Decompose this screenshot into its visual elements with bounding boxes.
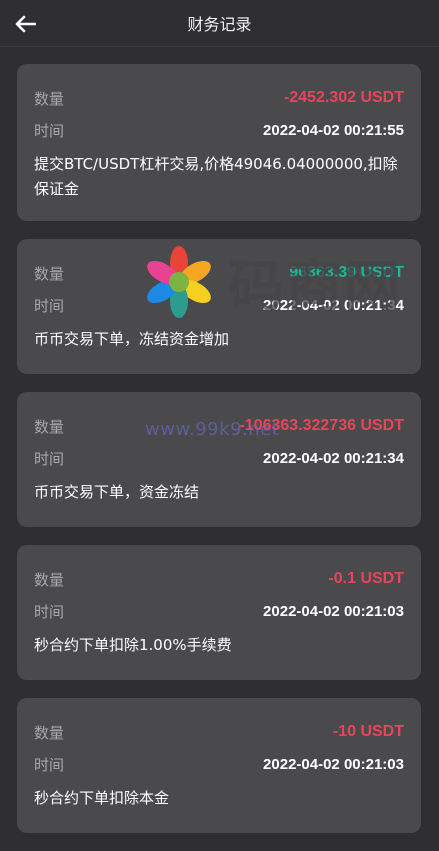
record-card[interactable]: 数量 -10 USDT 时间 2022-04-02 00:21:03 秒合约下单… xyxy=(17,698,421,833)
watermark-flower-logo xyxy=(147,246,211,318)
amount-label: 数量 xyxy=(34,570,65,589)
top-bar: 财务记录 xyxy=(0,0,439,47)
record-time: 2022-04-02 00:21:34 xyxy=(263,449,404,467)
record-description: 秒合约下单扣除本金 xyxy=(34,789,170,807)
record-description: 币币交易下单，冻结资金增加 xyxy=(34,330,230,348)
time-label: 时间 xyxy=(34,602,65,621)
finance-record-list: 数量 -2452.302 USDT 时间 2022-04-02 00:21:55… xyxy=(17,64,421,851)
watermark-url: www.99k9.net xyxy=(145,419,280,440)
record-time: 2022-04-02 00:21:03 xyxy=(263,755,404,773)
record-time: 2022-04-02 00:21:55 xyxy=(263,121,404,139)
amount-label: 数量 xyxy=(34,89,65,108)
record-amount: -0.1 USDT xyxy=(328,570,404,587)
amount-label: 数量 xyxy=(34,417,65,436)
page-title: 财务记录 xyxy=(187,15,252,34)
amount-label: 数量 xyxy=(34,723,65,742)
time-label: 时间 xyxy=(34,449,65,468)
record-amount: -2452.302 USDT xyxy=(283,89,404,106)
record-card[interactable]: 数量 -2452.302 USDT 时间 2022-04-02 00:21:55… xyxy=(17,64,421,221)
amount-label: 数量 xyxy=(34,264,65,283)
record-card[interactable]: 数量 -0.1 USDT 时间 2022-04-02 00:21:03 秒合约下… xyxy=(17,545,421,680)
record-description: 币币交易下单，资金冻结 xyxy=(34,483,200,501)
record-time: 2022-04-02 00:21:03 xyxy=(263,602,404,620)
record-card[interactable]: 数量 -106363.322736 USDT 时间 2022-04-02 00:… xyxy=(17,392,421,527)
record-description: 提交BTC/USDT杠杆交易,价格49046.04000000,扣除保证金 xyxy=(34,155,398,198)
time-label: 时间 xyxy=(34,296,65,315)
time-label: 时间 xyxy=(34,121,65,140)
watermark-text: 码商网 xyxy=(228,255,402,320)
record-description: 秒合约下单扣除1.00%手续费 xyxy=(34,636,232,654)
time-label: 时间 xyxy=(34,755,65,774)
record-amount: -10 USDT xyxy=(332,723,404,740)
